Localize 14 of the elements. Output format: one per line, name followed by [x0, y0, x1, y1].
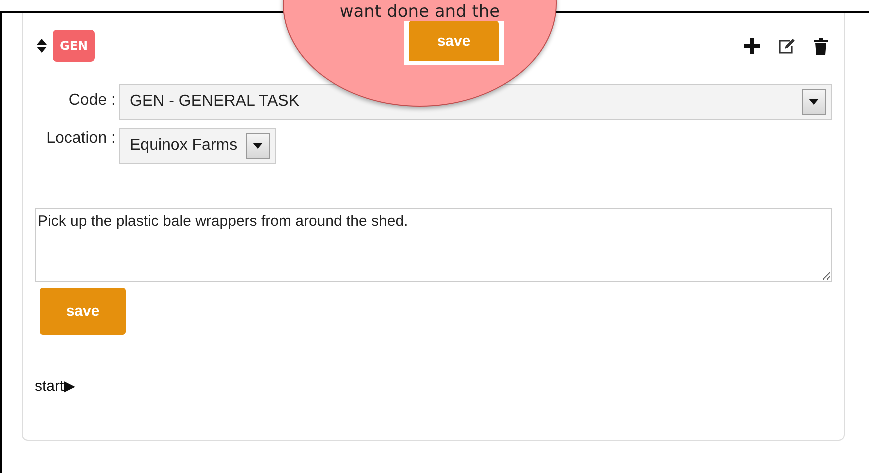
sort-icon[interactable]	[37, 39, 47, 53]
location-label: Location :	[46, 129, 117, 148]
location-select[interactable]: Equinox Farms	[119, 128, 276, 164]
edit-icon[interactable]	[778, 38, 796, 54]
plus-icon[interactable]	[744, 38, 760, 54]
task-code-badge: GEN	[53, 30, 96, 62]
caret-icon	[252, 143, 263, 149]
start-link[interactable]: start▶	[35, 377, 76, 395]
caret-icon	[809, 99, 819, 105]
trash-icon[interactable]	[814, 38, 828, 54]
code-label: Code :	[68, 91, 117, 110]
description-field[interactable]: Pick up the plastic bale wrappers from around the shed.	[35, 208, 832, 282]
code-select[interactable]: GEN - GENERAL TASK	[119, 84, 832, 120]
callout-text: want done and the	[338, 2, 502, 22]
